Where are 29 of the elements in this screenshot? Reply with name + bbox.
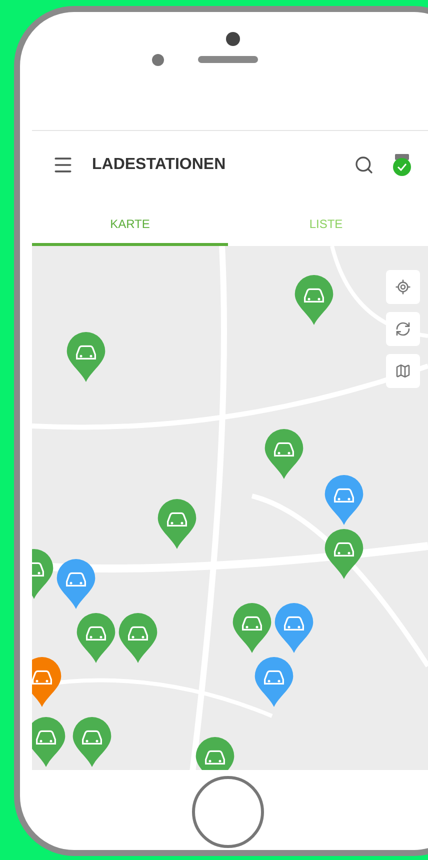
refresh-button[interactable] bbox=[386, 312, 420, 346]
car-pin-icon[interactable] bbox=[76, 612, 116, 664]
car-pin-icon[interactable] bbox=[324, 474, 364, 526]
car-pin-icon[interactable] bbox=[232, 602, 272, 654]
camera-icon bbox=[226, 32, 240, 46]
refresh-icon bbox=[395, 320, 411, 337]
car-pin-icon[interactable] bbox=[294, 274, 334, 326]
locate-button[interactable] bbox=[386, 270, 420, 304]
home-button[interactable] bbox=[192, 776, 264, 848]
car-pin-icon[interactable] bbox=[264, 428, 304, 480]
car-pin-icon[interactable] bbox=[56, 558, 96, 610]
badge-icon[interactable] bbox=[392, 152, 412, 177]
speaker-icon bbox=[198, 56, 258, 63]
car-pin-icon[interactable] bbox=[66, 330, 106, 383]
sensor-icon bbox=[152, 54, 164, 66]
map-icon bbox=[395, 362, 411, 379]
car-pin-icon[interactable] bbox=[157, 498, 197, 550]
car-pin-icon[interactable] bbox=[324, 528, 364, 580]
search-icon[interactable] bbox=[354, 154, 374, 175]
app-title: LADESTATIONEN bbox=[92, 154, 227, 175]
car-pin-icon[interactable] bbox=[254, 656, 294, 708]
locate-icon bbox=[395, 278, 411, 295]
car-pin-icon[interactable] bbox=[274, 602, 314, 654]
car-pin-icon[interactable] bbox=[118, 612, 158, 664]
tab[interactable]: LISTE bbox=[228, 206, 424, 246]
car-pin-icon[interactable] bbox=[72, 716, 112, 768]
map-layers-button[interactable] bbox=[386, 354, 420, 388]
car-pin-icon[interactable] bbox=[32, 656, 62, 708]
car-pin-icon[interactable] bbox=[32, 716, 66, 768]
